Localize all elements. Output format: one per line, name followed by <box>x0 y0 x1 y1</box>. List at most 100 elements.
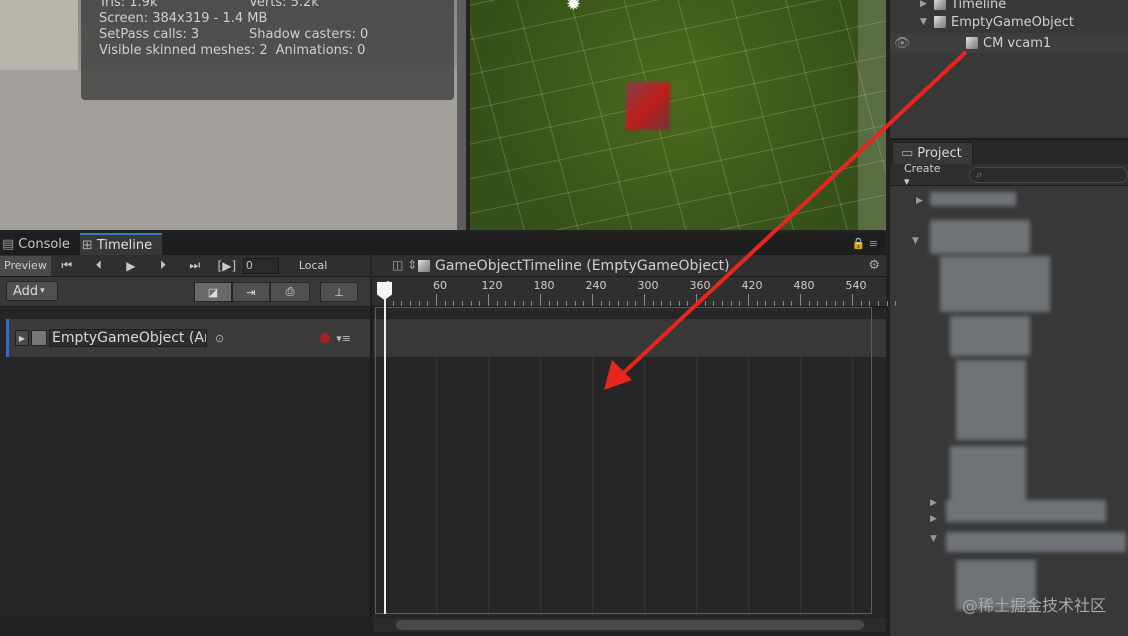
expand-arrow-icon[interactable]: ▶ <box>920 0 934 9</box>
ruler-minor-tick <box>782 301 784 306</box>
clips-area[interactable] <box>374 307 886 617</box>
gameobject-icon <box>966 37 978 49</box>
ruler-minor-tick <box>834 301 836 306</box>
ruler-minor-tick <box>713 301 715 306</box>
blurred-item[interactable] <box>950 316 1030 356</box>
blurred-item[interactable] <box>946 532 1126 552</box>
collapse-arrow-icon[interactable]: ▼ <box>930 534 937 544</box>
ruler-minor-tick <box>531 301 533 306</box>
expand-arrow-icon[interactable]: ▶ <box>930 514 937 524</box>
record-button[interactable] <box>320 333 331 343</box>
ruler-minor-tick <box>626 301 628 306</box>
ruler-tick <box>696 294 697 306</box>
preview-button[interactable]: Preview <box>0 255 51 276</box>
visibility-eye-icon[interactable]: 👁 <box>894 36 911 51</box>
expand-arrow-icon[interactable]: ▶ <box>916 196 923 206</box>
gameobject-icon <box>934 16 946 28</box>
time-ruler[interactable]: 060120180240300360420480540 <box>372 277 897 307</box>
game-background <box>0 0 78 70</box>
ruler-minor-tick <box>557 301 559 306</box>
ruler-minor-tick <box>869 301 871 306</box>
play-icon[interactable]: ▶ <box>115 259 147 273</box>
scene-view[interactable]: ✹ <box>470 0 886 230</box>
ruler-minor-tick <box>427 301 429 306</box>
bottom-tabbar: ▤ Console ⊞ Timeline 🔒 ≡ <box>0 233 886 255</box>
go-to-start-icon[interactable]: ⏮ <box>51 258 83 273</box>
stat-verts: Verts: 5.2k <box>249 0 319 10</box>
ruler-minor-tick <box>444 301 446 306</box>
grid-line <box>800 357 801 617</box>
view-toggle-icon[interactable]: ◫ ⇕ <box>392 258 417 272</box>
game-view: Tris: 1.9k Verts: 5.2k Screen: 384x319 -… <box>0 0 466 230</box>
gear-icon[interactable]: ⚙ <box>868 258 880 273</box>
object-picker-icon[interactable]: ⊙ <box>215 332 224 345</box>
ruler-tick-label: 420 <box>741 279 763 292</box>
ruler-minor-tick <box>826 301 827 306</box>
track-name-field[interactable]: EmptyGameObject (Ar <box>49 329 207 347</box>
expand-arrow-icon[interactable]: ▶ <box>930 498 937 508</box>
lock-icon[interactable]: 🔒 ≡ <box>852 237 878 250</box>
track-menu-icon[interactable]: ▾≡ <box>336 332 351 345</box>
blurred-item[interactable] <box>930 192 1016 206</box>
clip-track-lane[interactable] <box>374 319 886 357</box>
project-search-input[interactable]: ⌕ <box>969 166 1128 183</box>
ruler-minor-tick <box>392 301 394 306</box>
ruler-minor-tick <box>418 301 420 306</box>
play-range-icon[interactable]: [▶] <box>211 259 243 273</box>
previous-frame-icon[interactable]: ⏴ <box>83 258 115 273</box>
ruler-minor-tick <box>401 301 403 306</box>
ruler-tick-label: 120 <box>481 279 503 292</box>
collapse-arrow-icon[interactable]: ▼ <box>912 236 919 246</box>
create-button[interactable]: Create ▾ <box>898 160 955 190</box>
blurred-item[interactable] <box>940 256 1050 312</box>
playhead[interactable] <box>384 282 386 614</box>
curves-toggle-button[interactable]: ◪ <box>194 282 232 302</box>
stat-setpass: SetPass calls: 3 <box>99 27 200 42</box>
ruler-tick-label: 60 <box>433 279 447 292</box>
gameobject-icon <box>934 0 946 10</box>
audio-toggle-button[interactable]: ⎙ <box>270 282 310 302</box>
light-gizmo-icon[interactable]: ✹ <box>566 0 581 15</box>
grid-line <box>592 357 593 617</box>
ruler-tick <box>592 294 593 306</box>
track-expand-icon[interactable]: ▶ <box>15 330 29 346</box>
ruler-minor-tick <box>670 301 671 306</box>
ruler-minor-tick <box>609 301 611 306</box>
grid-line <box>540 357 541 617</box>
timeline-horizontal-scrollbar[interactable] <box>374 618 886 632</box>
tab-console[interactable]: ▤ Console <box>0 233 80 255</box>
ruler-minor-tick <box>635 301 637 306</box>
blurred-item[interactable] <box>956 360 1026 440</box>
frame-input[interactable]: 0 <box>242 257 279 274</box>
tab-console-label: Console <box>18 236 70 252</box>
hierarchy-item-cm-vcam1[interactable]: CM vcam1 <box>890 33 1128 53</box>
ruler-minor-tick <box>618 301 619 306</box>
collapse-arrow-icon[interactable]: ▼ <box>920 17 934 27</box>
dropdown-arrow-icon: ▾ <box>40 286 45 296</box>
hierarchy-item-emptygameobject[interactable]: ▼ EmptyGameObject <box>920 12 1074 32</box>
ruler-tick <box>436 294 437 306</box>
hierarchy-item-label: Timeline <box>951 0 1007 12</box>
ruler-minor-tick <box>886 301 888 306</box>
add-button[interactable]: Add ▾ <box>6 281 58 301</box>
blurred-item[interactable] <box>930 220 1030 254</box>
track-row[interactable]: ▶ EmptyGameObject (Ar ⊙ ▾≡ <box>6 319 370 357</box>
scrollbar-thumb[interactable] <box>396 620 864 630</box>
game-view-scrollbar[interactable] <box>457 0 466 230</box>
ruler-tick-label: 180 <box>533 279 555 292</box>
local-button[interactable]: Local <box>299 259 328 272</box>
ruler-tick <box>488 294 489 306</box>
blurred-item[interactable] <box>950 446 1026 506</box>
blurred-item[interactable] <box>946 500 1106 522</box>
tab-timeline[interactable]: ⊞ Timeline <box>79 233 163 255</box>
ruler-tick <box>644 294 645 306</box>
next-frame-icon[interactable]: ⏵ <box>147 258 179 273</box>
scene-object-pixelated[interactable] <box>626 82 670 130</box>
timeline-asset-title-label: GameObjectTimeline (EmptyGameObject) <box>435 257 730 274</box>
pin-button[interactable]: ⊥ <box>320 282 358 302</box>
stat-tris: Tris: 1.9k <box>99 0 158 10</box>
go-to-end-icon[interactable]: ⏭ <box>179 258 211 273</box>
timeline-header: ◫ ⇕ GameObjectTimeline (EmptyGameObject)… <box>372 255 886 277</box>
show-markers-button[interactable]: ⇥ <box>232 282 270 302</box>
ruler-minor-tick <box>600 301 602 306</box>
